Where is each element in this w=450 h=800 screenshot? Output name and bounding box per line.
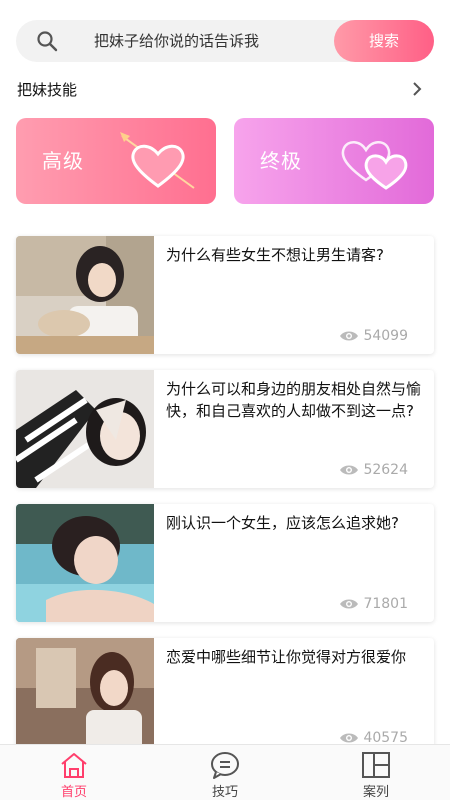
article-thumbnail [16, 370, 154, 488]
nav-label: 首页 [60, 785, 87, 800]
skill-card-ultimate[interactable]: 终极 [234, 118, 434, 204]
view-count: 71801 [339, 596, 408, 612]
search-bar[interactable]: 把妹子给你说的话告诉我 搜索 [16, 20, 434, 62]
article-card[interactable]: 刚认识一个女生，应该怎么追求她? 71801 [16, 504, 434, 622]
article-card[interactable]: 为什么有些女生不想让男生请客? 54099 [16, 236, 434, 354]
chevron-right-icon[interactable] [410, 81, 424, 97]
eye-icon [340, 599, 359, 609]
status-bar [0, 0, 450, 8]
heart-arrow-icon [120, 132, 195, 189]
home-icon [61, 753, 87, 778]
article-title: 刚认识一个女生，应该怎么追求她? [166, 514, 399, 532]
view-count: 52624 [339, 462, 408, 478]
search-icon [37, 31, 58, 52]
view-count-value: 54099 [363, 328, 408, 344]
grid-icon [362, 752, 390, 778]
nav-label: 技巧 [211, 785, 238, 800]
article-thumbnail [16, 236, 154, 354]
article-title: 恋爱中哪些细节让你觉得对方很爱你 [166, 648, 407, 666]
article-card[interactable]: 为什么可以和身边的朋友相处自然与愉快，和自己喜欢的人却做不到这一点? 52624 [16, 370, 434, 488]
skill-card-label: 终极 [260, 149, 302, 173]
chat-icon [211, 752, 239, 779]
double-heart-icon [341, 141, 408, 190]
article-title: 为什么可以和身边的朋友相处自然与愉快，和自己喜欢的人却做不到这一点? [166, 380, 422, 420]
article-thumbnail [16, 504, 154, 622]
article-title: 为什么有些女生不想让男生请客? [166, 246, 384, 264]
view-count-value: 71801 [363, 596, 408, 612]
nav-label: 案列 [362, 785, 389, 800]
skill-card-advanced[interactable]: 高级 [16, 118, 216, 204]
eye-icon [340, 465, 359, 475]
view-count: 54099 [339, 328, 408, 344]
eye-icon [340, 733, 359, 743]
nav-item-home[interactable]: 首页 [24, 745, 124, 800]
search-button[interactable]: 搜索 [334, 20, 434, 62]
search-input[interactable]: 把妹子给你说的话告诉我 [94, 20, 259, 62]
view-count-value: 52624 [363, 462, 408, 478]
nav-item-tips[interactable]: 技巧 [175, 745, 275, 800]
skill-card-label: 高级 [42, 149, 84, 173]
eye-icon [340, 331, 359, 341]
nav-item-cases[interactable]: 案列 [326, 745, 426, 800]
bottom-nav: 首页 技巧 案列 [0, 744, 450, 800]
article-card[interactable]: 恋爱中哪些细节让你觉得对方很爱你 40575 [16, 638, 434, 756]
article-thumbnail [16, 638, 154, 756]
skills-section-title: 把妹技能 [17, 81, 78, 99]
